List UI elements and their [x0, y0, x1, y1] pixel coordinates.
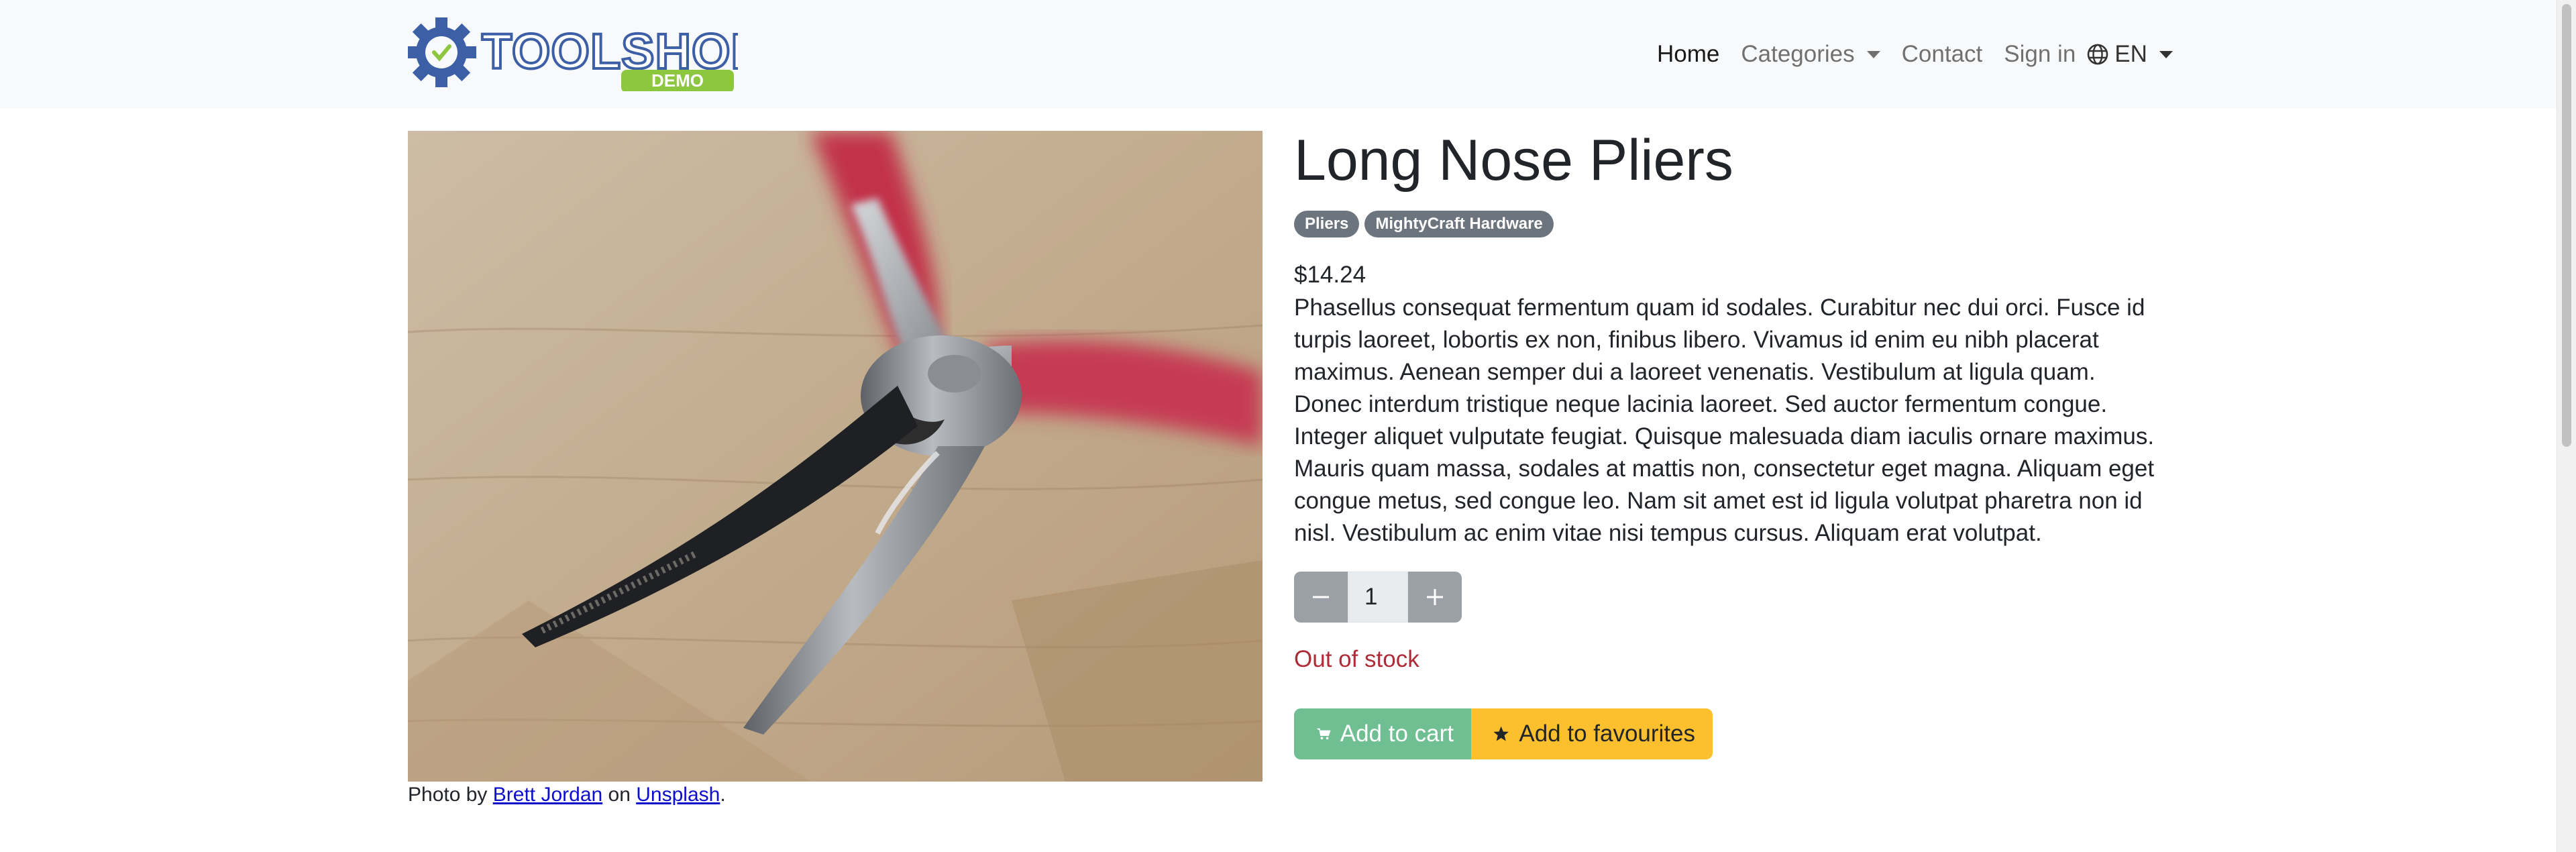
- minus-icon: [1313, 596, 1329, 598]
- navbar: TOOLSHOP DEMO Home Categories Contact Si…: [0, 0, 2557, 109]
- add-to-cart-button[interactable]: Add to cart: [1294, 708, 1471, 759]
- decrease-quantity-button[interactable]: [1294, 572, 1348, 623]
- product-title: Long Nose Pliers: [1294, 128, 1733, 193]
- caret-down-icon: [1866, 50, 1880, 58]
- quantity-input[interactable]: [1348, 572, 1408, 623]
- credit-suffix: .: [720, 784, 726, 806]
- credit-prefix: Photo by: [408, 784, 488, 806]
- quantity-stepper: [1294, 572, 1462, 623]
- credit-author-link[interactable]: Brett Jordan: [493, 784, 602, 806]
- photo-credit: Photo by Brett Jordan on Unsplash.: [408, 784, 726, 806]
- language-dropdown[interactable]: EN: [2086, 41, 2173, 68]
- product-price: $14.24: [1294, 262, 1366, 288]
- scrollbar-thumb[interactable]: [2562, 4, 2571, 447]
- product-description: Phasellus consequat fermentum quam id so…: [1294, 295, 2155, 546]
- nav-categories-label: Categories: [1741, 41, 1855, 67]
- nav-contact[interactable]: Contact: [1902, 41, 1983, 68]
- product-image: [408, 131, 1263, 782]
- category-badge: Pliers: [1294, 211, 1360, 237]
- toolshop-logo[interactable]: TOOLSHOP DEMO: [407, 16, 765, 93]
- credit-middle: on: [608, 784, 631, 806]
- plus-icon: [1427, 589, 1443, 605]
- nav-home[interactable]: Home: [1657, 41, 1719, 68]
- nav-sign-in[interactable]: Sign in: [2004, 41, 2076, 68]
- cart-icon: [1317, 728, 1331, 740]
- star-icon: [1493, 726, 1509, 741]
- increase-quantity-button[interactable]: [1408, 572, 1462, 623]
- caret-down-icon: [2159, 50, 2173, 58]
- nav-categories-dropdown[interactable]: Categories: [1741, 41, 1880, 68]
- credit-site-link[interactable]: Unsplash: [636, 784, 720, 806]
- main-nav: Home Categories Contact Sign in EN: [1657, 0, 2194, 109]
- stock-status: Out of stock: [1294, 646, 1419, 672]
- language-label: EN: [2114, 41, 2147, 67]
- globe-icon: [2087, 44, 2108, 65]
- page-scrollbar[interactable]: [2557, 0, 2576, 852]
- brand-badge: MightyCraft Hardware: [1364, 211, 1554, 237]
- logo-demo-tag: DEMO: [651, 70, 704, 91]
- add-to-favourites-button[interactable]: Add to favourites: [1471, 708, 1713, 759]
- product-badges: Pliers MightyCraft Hardware: [1294, 211, 1554, 237]
- product-actions: Add to cart Add to favourites: [1294, 708, 1713, 759]
- add-to-cart-label: Add to cart: [1340, 721, 1454, 747]
- add-to-favourites-label: Add to favourites: [1519, 721, 1695, 747]
